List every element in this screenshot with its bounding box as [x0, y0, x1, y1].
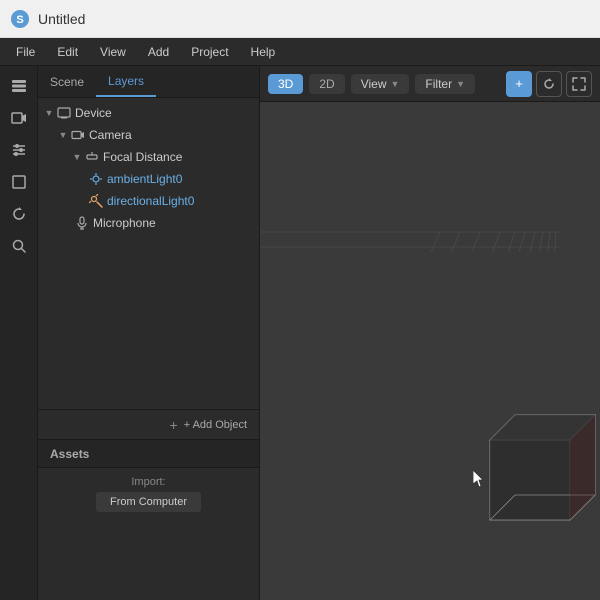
- 3d-object: [470, 340, 600, 540]
- add-viewport-button[interactable]: +: [506, 71, 532, 97]
- add-viewport-icon: +: [515, 76, 523, 91]
- tree-label-focal: Focal Distance: [103, 150, 182, 164]
- menu-file[interactable]: File: [6, 42, 45, 62]
- grid-canvas: .grid-line { stroke: #555; stroke-width:…: [260, 102, 560, 252]
- layers-icon[interactable]: [5, 72, 33, 100]
- tab-layers[interactable]: Layers: [96, 66, 156, 97]
- tree-item-focal[interactable]: ▼ Focal Distance: [38, 146, 259, 168]
- tree-label-device: Device: [75, 106, 112, 120]
- left-toolbar: [0, 66, 38, 600]
- filter-dropdown-button[interactable]: Filter ▼: [415, 74, 475, 94]
- rotate-icon: [542, 77, 556, 91]
- refresh-icon[interactable]: [5, 200, 33, 228]
- import-from-computer-button[interactable]: From Computer: [96, 492, 201, 512]
- view-dropdown-button[interactable]: View ▼: [351, 74, 410, 94]
- tree-arrow-device: ▼: [42, 106, 56, 120]
- menu-bar: File Edit View Add Project Help: [0, 38, 600, 66]
- add-object-plus: +: [170, 417, 178, 433]
- tree-item-device[interactable]: ▼ Device: [38, 102, 259, 124]
- rotate-viewport-button[interactable]: [536, 71, 562, 97]
- menu-add[interactable]: Add: [138, 42, 179, 62]
- viewport-toolbar: 3D 2D View ▼ Filter ▼ +: [260, 66, 600, 102]
- tree-label-ambient: ambientLight0: [107, 172, 182, 186]
- import-label: Import:: [131, 476, 165, 488]
- tree-item-directional[interactable]: directionalLight0: [38, 190, 259, 212]
- tree-label-camera: Camera: [89, 128, 132, 142]
- microphone-icon: [74, 215, 90, 231]
- menu-edit[interactable]: Edit: [47, 42, 88, 62]
- assets-content: Import: From Computer: [38, 468, 259, 600]
- scene-panel-header: Scene Layers: [38, 66, 259, 98]
- fullscreen-viewport-button[interactable]: [566, 71, 592, 97]
- fullscreen-icon: [572, 77, 586, 91]
- tree-item-camera[interactable]: ▼ Camera: [38, 124, 259, 146]
- tree-label-microphone: Microphone: [93, 216, 156, 230]
- viewport-actions: +: [506, 71, 592, 97]
- main-container: Scene Layers ▼ Device: [0, 66, 600, 600]
- viewport[interactable]: 3D 2D View ▼ Filter ▼ +: [260, 66, 600, 600]
- assets-panel-header: Assets: [38, 440, 259, 468]
- ambient-icon: [88, 171, 104, 187]
- assets-import-section: Import: From Computer: [38, 468, 259, 516]
- view-2d-button[interactable]: 2D: [309, 74, 344, 94]
- menu-view[interactable]: View: [90, 42, 136, 62]
- directional-icon: [88, 193, 104, 209]
- app-logo: S: [10, 9, 30, 29]
- svg-text:S: S: [16, 14, 23, 26]
- left-panel: Scene Layers ▼ Device: [38, 66, 260, 600]
- tree-label-directional: directionalLight0: [107, 194, 194, 208]
- window-title: Untitled: [38, 11, 85, 27]
- scene-panel: Scene Layers ▼ Device: [38, 66, 259, 440]
- video-icon[interactable]: [5, 104, 33, 132]
- scene-tree: ▼ Device ▼: [38, 98, 259, 409]
- tree-arrow-camera: ▼: [56, 128, 70, 142]
- focal-icon: [84, 149, 100, 165]
- menu-help[interactable]: Help: [241, 42, 286, 62]
- device-icon: [56, 105, 72, 121]
- tree-item-microphone[interactable]: Microphone: [38, 212, 259, 234]
- search-icon[interactable]: [5, 232, 33, 260]
- view-3d-button[interactable]: 3D: [268, 74, 303, 94]
- filter-dropdown-arrow: ▼: [456, 79, 465, 89]
- title-bar: S Untitled: [0, 0, 600, 38]
- assets-panel: Assets Import: From Computer: [38, 440, 259, 600]
- square-icon[interactable]: [5, 168, 33, 196]
- view-dropdown-arrow: ▼: [390, 79, 399, 89]
- camera-icon: [70, 127, 86, 143]
- add-object-label: + Add Object: [184, 419, 247, 431]
- tab-scene[interactable]: Scene: [38, 66, 96, 97]
- menu-project[interactable]: Project: [181, 42, 238, 62]
- sliders-icon[interactable]: [5, 136, 33, 164]
- tree-item-ambient[interactable]: ambientLight0: [38, 168, 259, 190]
- assets-title: Assets: [50, 447, 89, 461]
- add-object-button[interactable]: + + Add Object: [38, 409, 259, 439]
- tree-arrow-focal: ▼: [70, 150, 84, 164]
